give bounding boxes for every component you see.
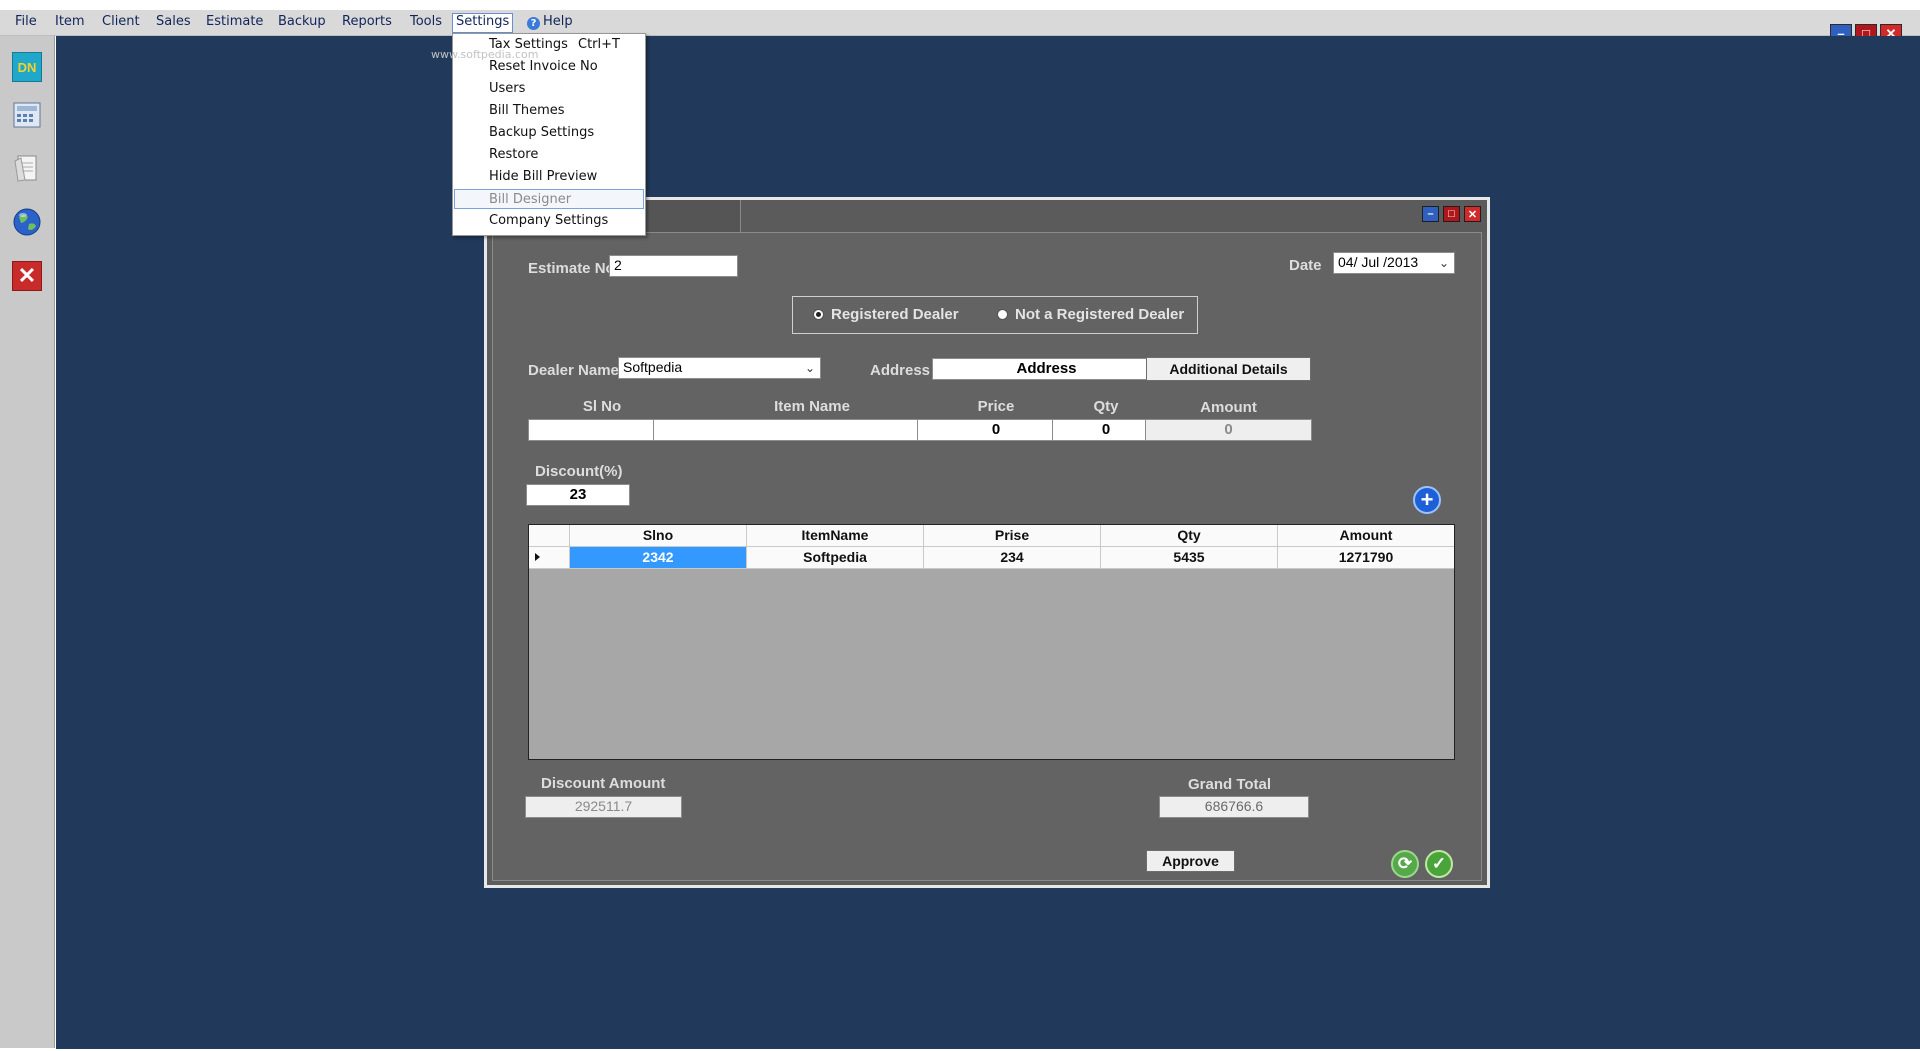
add-item-button[interactable]: +: [1413, 486, 1441, 514]
chevron-down-icon: ⌄: [804, 361, 815, 375]
dn-logo-icon[interactable]: DN: [12, 52, 42, 82]
menu-item-bill-designer[interactable]: Bill Designer: [454, 189, 644, 209]
checkmark-icon[interactable]: ✓: [1425, 850, 1453, 878]
left-toolbar: DN ✕: [0, 36, 55, 1048]
menu-backup[interactable]: Backup: [275, 14, 329, 34]
discount-amount-field: 292511.7: [525, 796, 682, 818]
estimate-window: – □ ✕ Estimate No 2 Date 04/ Jul /2013 ⌄…: [484, 197, 1490, 888]
menu-item-label: Hide Bill Preview: [489, 169, 598, 184]
child-maximize-button[interactable]: □: [1443, 206, 1460, 222]
amount-input: 0: [1145, 419, 1312, 441]
menu-item-company-settings[interactable]: Company Settings: [454, 211, 644, 231]
menu-item-bill-themes[interactable]: Bill Themes: [454, 101, 644, 121]
approve-button[interactable]: Approve: [1146, 850, 1235, 872]
registered-dealer-radio[interactable]: [813, 309, 824, 320]
globe-icon[interactable]: [12, 207, 42, 237]
qty-input[interactable]: 0: [1052, 419, 1160, 441]
dealer-name-value: Softpedia: [623, 359, 683, 375]
dealer-name-combo[interactable]: Softpedia ⌄: [618, 357, 821, 379]
grid-corner: [529, 525, 570, 547]
cell-itemname[interactable]: Softpedia: [747, 547, 924, 568]
not-registered-dealer-radio[interactable]: [997, 309, 1008, 320]
date-picker[interactable]: 04/ Jul /2013 ⌄: [1333, 252, 1455, 274]
menu-item-restore[interactable]: Restore: [454, 145, 644, 165]
cell-qty[interactable]: 5435: [1101, 547, 1278, 568]
date-label: Date: [1289, 257, 1322, 274]
cell-slno[interactable]: 2342: [570, 547, 747, 568]
menu-item-label: Users: [489, 81, 526, 96]
refresh-icon[interactable]: ⟳: [1391, 850, 1419, 878]
menu-reports[interactable]: Reports: [339, 14, 395, 34]
grand-total-field: 686766.6: [1159, 796, 1309, 818]
estimate-form: Estimate No 2 Date 04/ Jul /2013 ⌄ Regis…: [492, 232, 1482, 881]
registered-dealer-label[interactable]: Registered Dealer: [831, 306, 959, 323]
help-icon: ?: [527, 17, 540, 30]
menu-item-reset-invoice-no[interactable]: Reset Invoice No: [454, 57, 644, 77]
menu-item[interactable]: Item: [52, 14, 88, 34]
chevron-down-icon: ⌄: [1438, 256, 1449, 270]
menu-item-label: Backup Settings: [489, 125, 595, 140]
plus-icon: +: [1420, 487, 1434, 512]
column-header-amount[interactable]: Amount: [1278, 525, 1454, 547]
additional-details-button[interactable]: Additional Details: [1146, 357, 1311, 381]
row-header[interactable]: [529, 547, 570, 568]
estimate-no-label: Estimate No: [528, 260, 615, 277]
menu-tools[interactable]: Tools: [407, 14, 445, 34]
menu-item-backup-settings[interactable]: Backup Settings: [454, 123, 644, 143]
discount-label: Discount(%): [535, 463, 623, 480]
qty-label: Qty: [1093, 398, 1119, 415]
exit-icon[interactable]: ✕: [12, 261, 42, 291]
column-header-slno[interactable]: Slno: [570, 525, 747, 547]
discount-amount-label: Discount Amount: [541, 775, 666, 792]
menu-client[interactable]: Client: [99, 14, 143, 34]
menu-item-hide-bill-preview[interactable]: Hide Bill Preview: [454, 167, 644, 187]
items-grid: Slno ItemName Prise Qty Amount 2342 Soft…: [528, 524, 1455, 760]
settings-dropdown-menu: www.softpedia.com Tax Settings Ctrl+T Re…: [431, 33, 646, 236]
calculator-icon[interactable]: [12, 100, 42, 130]
menu-item-label: Reset Invoice No: [489, 59, 598, 74]
address-field[interactable]: Address: [932, 358, 1161, 380]
menu-help[interactable]: ? Help: [524, 14, 576, 34]
child-close-button[interactable]: ✕: [1464, 206, 1481, 222]
discount-input[interactable]: 23: [526, 484, 630, 506]
estimate-no-field[interactable]: 2: [609, 255, 738, 277]
table-row[interactable]: 2342 Softpedia 234 5435 1271790: [529, 547, 1454, 569]
address-label: Address: [870, 362, 931, 379]
amount-label: Amount: [1200, 399, 1257, 416]
menu-item-label: Restore: [489, 147, 539, 162]
menu-sales[interactable]: Sales: [153, 14, 194, 34]
menu-item-users[interactable]: Users: [454, 79, 644, 99]
menu-help-label: Help: [543, 14, 573, 29]
grid-header: Slno ItemName Prise Qty Amount: [529, 525, 1454, 547]
menu-estimate[interactable]: Estimate: [203, 14, 266, 34]
shortcut-label: Ctrl+T: [578, 37, 620, 52]
menu-file[interactable]: File: [12, 14, 40, 34]
child-window-controls: – □ ✕: [1422, 206, 1481, 222]
date-value: 04/ Jul /2013: [1338, 254, 1419, 270]
menu-item-tax-settings[interactable]: Tax Settings Ctrl+T: [454, 35, 644, 55]
menu-settings[interactable]: Settings: [452, 13, 514, 33]
current-row-arrow-icon: [535, 553, 540, 561]
menu-item-label: Bill Designer: [489, 192, 572, 207]
column-header-prise[interactable]: Prise: [924, 525, 1101, 547]
child-minimize-button[interactable]: –: [1422, 206, 1439, 222]
column-header-itemname[interactable]: ItemName: [747, 525, 924, 547]
grand-total-label: Grand Total: [1188, 776, 1272, 793]
menu-item-label: Bill Themes: [489, 103, 565, 118]
cell-prise[interactable]: 234: [924, 547, 1101, 568]
not-registered-dealer-label[interactable]: Not a Registered Dealer: [1015, 306, 1184, 323]
dealer-type-group: Registered Dealer Not a Registered Deale…: [792, 296, 1198, 334]
menu-bar: File Item Client Sales Estimate Backup R…: [0, 10, 1920, 43]
cell-amount[interactable]: 1271790: [1278, 547, 1454, 568]
menu-item-label: Tax Settings: [489, 37, 568, 52]
column-header-qty[interactable]: Qty: [1101, 525, 1278, 547]
notes-icon[interactable]: [12, 153, 42, 183]
menu-item-label: Company Settings: [489, 213, 609, 228]
dealer-name-label: Dealer Name: [528, 362, 619, 379]
